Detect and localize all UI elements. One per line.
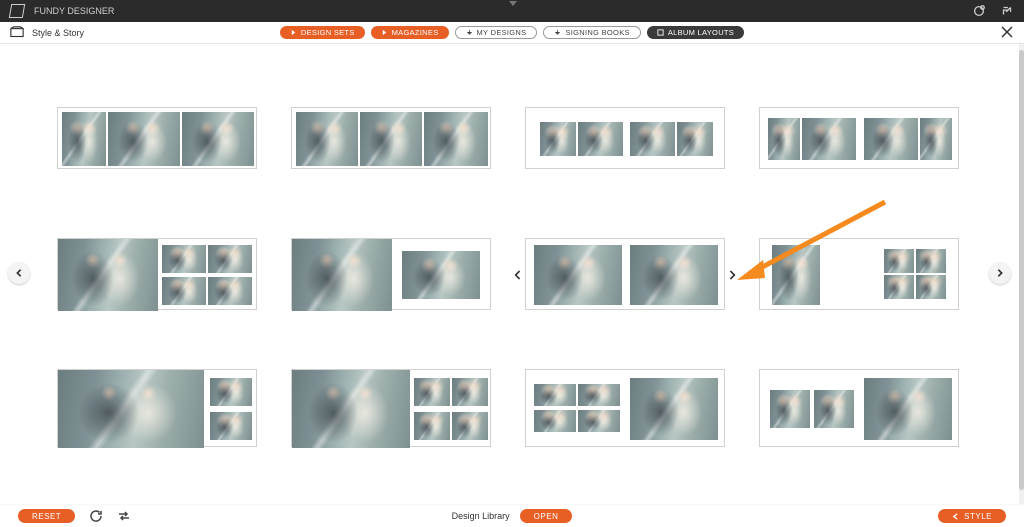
- layout-canvas: [0, 44, 1024, 504]
- next-page-button[interactable]: [989, 262, 1011, 284]
- layout-tile[interactable]: [291, 369, 491, 447]
- layout-next-icon[interactable]: [727, 269, 737, 281]
- layout-tile[interactable]: [291, 107, 491, 169]
- close-button[interactable]: [1000, 25, 1014, 39]
- layout-tile[interactable]: [57, 107, 257, 169]
- layout-tile[interactable]: [291, 238, 491, 310]
- layout-tile[interactable]: [759, 238, 959, 310]
- filter-label: ALBUM LAYOUTS: [668, 28, 734, 37]
- filter-label: DESIGN SETS: [301, 28, 355, 37]
- filter-signing-books[interactable]: SIGNING BOOKS: [543, 26, 640, 39]
- notifications-icon[interactable]: [972, 4, 986, 18]
- filter-label: MAGAZINES: [392, 28, 439, 37]
- vertical-scrollbar[interactable]: [1019, 44, 1024, 504]
- sub-header: Style & Story DESIGN SETS MAGAZINES MY D…: [0, 22, 1024, 44]
- open-button[interactable]: OPEN: [520, 509, 573, 523]
- layout-prev-icon[interactable]: [513, 269, 523, 281]
- filter-magazines[interactable]: MAGAZINES: [371, 26, 449, 39]
- button-label: OPEN: [534, 512, 559, 521]
- filter-label: SIGNING BOOKS: [565, 28, 629, 37]
- prev-page-button[interactable]: [8, 262, 30, 284]
- app-logo-icon: [9, 4, 25, 18]
- layout-tile[interactable]: [57, 238, 257, 310]
- filter-design-sets[interactable]: DESIGN SETS: [280, 26, 365, 39]
- layout-tile[interactable]: [525, 238, 725, 310]
- layout-tile[interactable]: [759, 369, 959, 447]
- app-title: FUNDY DESIGNER: [34, 6, 114, 16]
- footer-bar: RESET Design Library OPEN STYLE: [0, 504, 1024, 527]
- filter-album-layouts[interactable]: ALBUM LAYOUTS: [647, 26, 744, 39]
- style-button[interactable]: STYLE: [938, 509, 1006, 523]
- filter-bar: DESIGN SETS MAGAZINES MY DESIGNS SIGNING…: [0, 26, 1024, 39]
- button-label: STYLE: [964, 512, 992, 521]
- library-label: Design Library: [452, 511, 510, 521]
- filter-my-designs[interactable]: MY DESIGNS: [455, 26, 538, 39]
- filter-label: MY DESIGNS: [477, 28, 527, 37]
- collapse-caret-icon[interactable]: [509, 1, 517, 6]
- layout-tile[interactable]: [525, 107, 725, 169]
- external-link-icon[interactable]: [1000, 4, 1014, 18]
- layout-tile[interactable]: [57, 369, 257, 447]
- layout-tile[interactable]: [759, 107, 959, 169]
- layout-tile[interactable]: [525, 369, 725, 447]
